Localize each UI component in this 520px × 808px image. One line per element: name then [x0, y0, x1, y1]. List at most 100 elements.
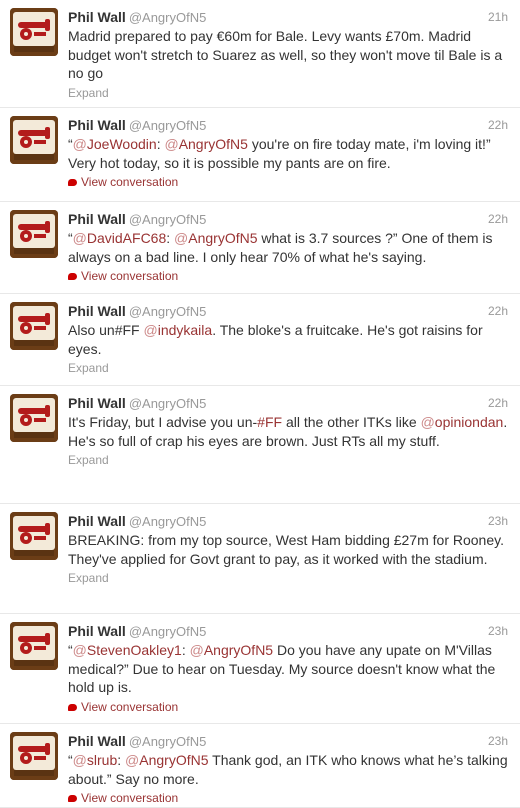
author-name[interactable]: Phil Wall	[68, 733, 126, 749]
conversation-icon	[68, 703, 77, 711]
view-conversation-link[interactable]: View conversation	[68, 699, 508, 715]
tweet-text: “@StevenOakley1: @AngryOfN5 Do you have …	[68, 641, 508, 697]
tweet-timestamp[interactable]: 21h	[488, 8, 508, 26]
mention-link[interactable]: @slrub	[73, 752, 118, 768]
tweet-timestamp[interactable]: 22h	[488, 210, 508, 228]
avatar[interactable]	[10, 116, 58, 164]
tweet-content: Phil Wall @AngryOfN5 23h “@StevenOakley1: @…	[68, 622, 508, 715]
tweet-item[interactable]: Phil Wall @AngryOfN5 23h BREAKING: from my …	[0, 504, 520, 614]
expand-link[interactable]: Expand	[68, 360, 508, 376]
mention-handle: indykaila	[157, 322, 213, 338]
tweet-header: Phil Wall @AngryOfN5 22h	[68, 210, 508, 228]
mention-link[interactable]: @AngryOfN5	[164, 136, 247, 152]
author-handle[interactable]: @AngryOfN5	[129, 118, 207, 133]
tweet-item[interactable]: Phil Wall @AngryOfN5 22h “@DavidAFC68: @Ang…	[0, 202, 520, 294]
tweet-text-segment: Also un#FF	[68, 322, 144, 338]
tweet-header: Phil Wall @AngryOfN5 22h	[68, 394, 508, 412]
tweet-timestamp[interactable]: 22h	[488, 116, 508, 134]
mention-link[interactable]: @AngryOfN5	[125, 752, 208, 768]
tweet-content: Phil Wall @AngryOfN5 21h Madrid prepared to…	[68, 8, 508, 101]
mention-handle: AngryOfN5	[139, 752, 209, 768]
avatar[interactable]	[10, 302, 58, 350]
tweet-header: Phil Wall @AngryOfN5 21h	[68, 8, 508, 26]
view-conversation-link[interactable]: View conversation	[68, 174, 508, 190]
at-symbol: @	[164, 136, 179, 152]
author-name[interactable]: Phil Wall	[68, 9, 126, 25]
at-symbol: @	[174, 230, 189, 246]
expand-link[interactable]: Expand	[68, 452, 508, 468]
tweet-timestamp[interactable]: 23h	[488, 622, 508, 640]
author-handle[interactable]: @AngryOfN5	[129, 10, 207, 25]
tweet-text-segment: Madrid prepared to pay €60m for Bale. Le…	[68, 28, 503, 81]
avatar[interactable]	[10, 210, 58, 258]
tweet-timestamp[interactable]: 23h	[488, 512, 508, 530]
mention-handle: AngryOfN5	[203, 642, 274, 658]
author-handle[interactable]: @AngryOfN5	[129, 514, 207, 529]
conversation-icon	[68, 795, 77, 802]
at-symbol: @	[72, 642, 87, 658]
hashtag-link[interactable]: #FF	[257, 414, 282, 430]
tweet-text: “@slrub: @AngryOfN5 Thank god, an ITK wh…	[68, 751, 508, 788]
mention-link[interactable]: @JoeWoodin	[73, 136, 157, 152]
view-conversation-label: View conversation	[81, 175, 179, 189]
author-handle[interactable]: @AngryOfN5	[129, 624, 207, 639]
tweet-text-segment: :	[181, 642, 190, 658]
view-conversation-link[interactable]: View conversation	[68, 268, 508, 284]
tweet-header: Phil Wall @AngryOfN5 23h	[68, 732, 508, 750]
author-name[interactable]: Phil Wall	[68, 395, 126, 411]
view-conversation-link[interactable]: View conversation	[68, 790, 508, 806]
author-name[interactable]: Phil Wall	[68, 303, 126, 319]
avatar[interactable]	[10, 732, 58, 780]
tweet-content: Phil Wall @AngryOfN5 22h “@JoeWoodin: @Angr…	[68, 116, 508, 190]
tweet-item[interactable]: Phil Wall @AngryOfN5 23h “@slrub: @AngryOfN…	[0, 724, 520, 808]
tweet-header: Phil Wall @AngryOfN5 22h	[68, 302, 508, 320]
tweet-timestamp[interactable]: 23h	[488, 732, 508, 750]
tweet-header: Phil Wall @AngryOfN5 22h	[68, 116, 508, 134]
expand-link[interactable]: Expand	[68, 85, 508, 101]
expand-label: Expand	[68, 453, 109, 467]
tweet-text-segment: all the other ITKs like	[282, 414, 421, 430]
mention-link[interactable]: @StevenOakley1	[73, 642, 182, 658]
tweet-text: “@JoeWoodin: @AngryOfN5 you're on fire t…	[68, 135, 508, 172]
at-symbol: @	[72, 230, 87, 246]
mention-link[interactable]: @AngryOfN5	[190, 642, 273, 658]
tweet-text-segment: :	[117, 752, 126, 768]
tweet-item[interactable]: Phil Wall @AngryOfN5 22h Also un#FF @indyka…	[0, 294, 520, 386]
tweet-item[interactable]: Phil Wall @AngryOfN5 23h “@StevenOakley1: @…	[0, 614, 520, 724]
tweet-content: Phil Wall @AngryOfN5 22h “@DavidAFC68: @Ang…	[68, 210, 508, 284]
author-name[interactable]: Phil Wall	[68, 211, 126, 227]
avatar[interactable]	[10, 8, 58, 56]
author-handle[interactable]: @AngryOfN5	[129, 396, 207, 411]
view-conversation-label: View conversation	[81, 791, 179, 805]
author-handle[interactable]: @AngryOfN5	[129, 212, 207, 227]
expand-label: Expand	[68, 85, 109, 100]
author-handle[interactable]: @AngryOfN5	[129, 734, 207, 749]
at-symbol: @	[72, 136, 87, 152]
author-name[interactable]: Phil Wall	[68, 513, 126, 529]
tweet-item[interactable]: Phil Wall @AngryOfN5 22h “@JoeWoodin: @Angr…	[0, 108, 520, 202]
tweet-item[interactable]: Phil Wall @AngryOfN5 22h It's Friday, but I…	[0, 386, 520, 504]
conversation-icon	[68, 273, 77, 280]
tweet-timestamp[interactable]: 22h	[488, 302, 508, 320]
author-name[interactable]: Phil Wall	[68, 623, 126, 639]
tweet-item[interactable]: Phil Wall @AngryOfN5 21h Madrid prepared to…	[0, 0, 520, 108]
tweet-text: Also un#FF @indykaila. The bloke's a fru…	[68, 321, 508, 358]
tweet-header: Phil Wall @AngryOfN5 23h	[68, 622, 508, 640]
mention-link[interactable]: @indykaila	[143, 322, 212, 338]
avatar[interactable]	[10, 622, 58, 670]
avatar[interactable]	[10, 394, 58, 442]
mention-link[interactable]: @opiniondan	[421, 414, 504, 430]
tweet-timestamp[interactable]: 22h	[488, 394, 508, 412]
tweet-content: Phil Wall @AngryOfN5 23h “@slrub: @AngryOfN…	[68, 732, 508, 806]
expand-link[interactable]: Expand	[68, 570, 508, 586]
mention-link[interactable]: @AngryOfN5	[174, 230, 257, 246]
mention-handle: AngryOfN5	[178, 136, 248, 152]
author-handle[interactable]: @AngryOfN5	[129, 304, 207, 319]
author-name[interactable]: Phil Wall	[68, 117, 126, 133]
tweet-content: Phil Wall @AngryOfN5 22h It's Friday, but I…	[68, 394, 508, 468]
tweet-text-segment: :	[166, 230, 175, 246]
at-symbol: @	[125, 752, 140, 768]
mention-link[interactable]: @DavidAFC68	[73, 230, 167, 246]
expand-label: Expand	[68, 361, 109, 375]
avatar[interactable]	[10, 512, 58, 560]
